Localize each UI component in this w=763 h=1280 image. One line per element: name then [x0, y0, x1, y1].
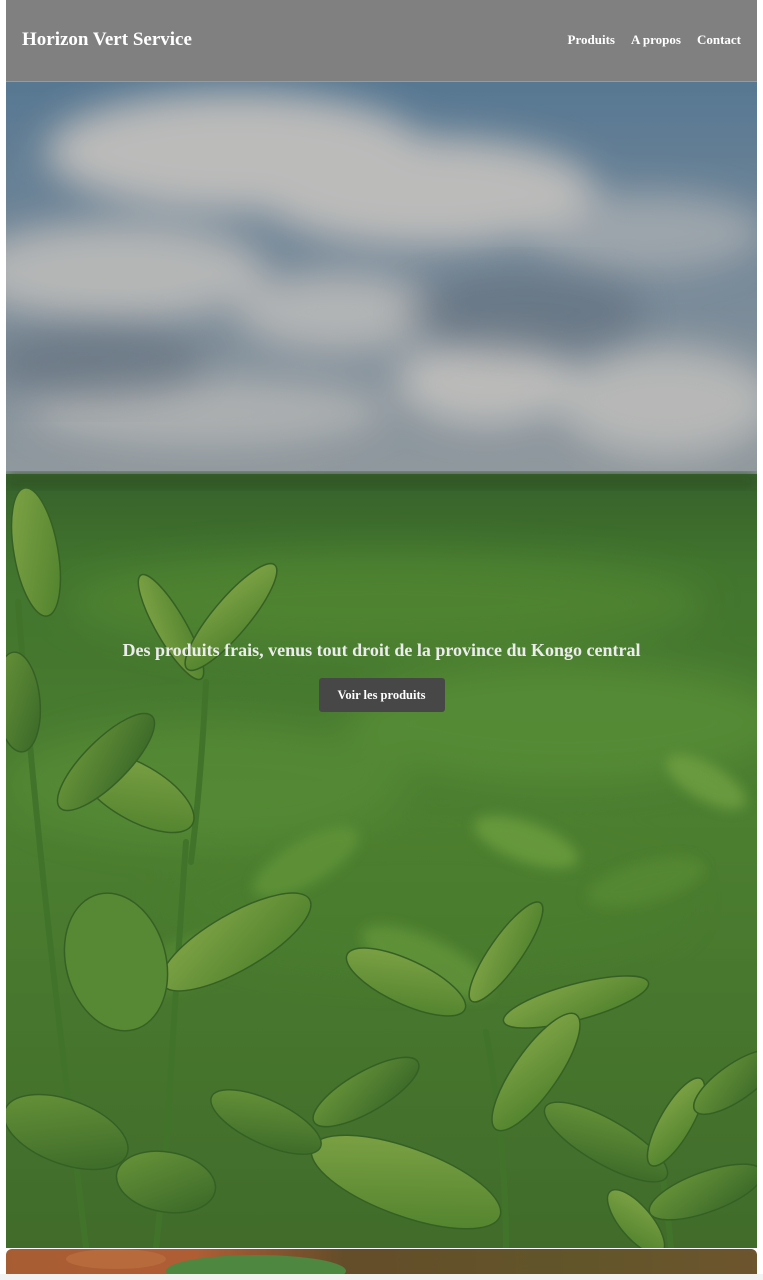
- bottom-divider: [0, 1274, 763, 1280]
- nav-link-contact[interactable]: Contact: [697, 31, 741, 49]
- nav-link-a-propos[interactable]: A propos: [631, 31, 681, 49]
- nav-link-produits[interactable]: Produits: [568, 31, 615, 49]
- page: Horizon Vert Service Produits A propos C…: [6, 0, 757, 1280]
- view-products-button[interactable]: Voir les produits: [318, 678, 445, 712]
- hero-tagline: Des produits frais, venus tout droit de …: [122, 640, 641, 660]
- main-nav: Produits A propos Contact: [568, 31, 741, 49]
- hero-section: Des produits frais, venus tout droit de …: [6, 82, 757, 1248]
- site-header: Horizon Vert Service Produits A propos C…: [6, 0, 757, 82]
- brand-logo-text[interactable]: Horizon Vert Service: [22, 28, 192, 52]
- hero-content: Des produits frais, venus tout droit de …: [6, 638, 757, 712]
